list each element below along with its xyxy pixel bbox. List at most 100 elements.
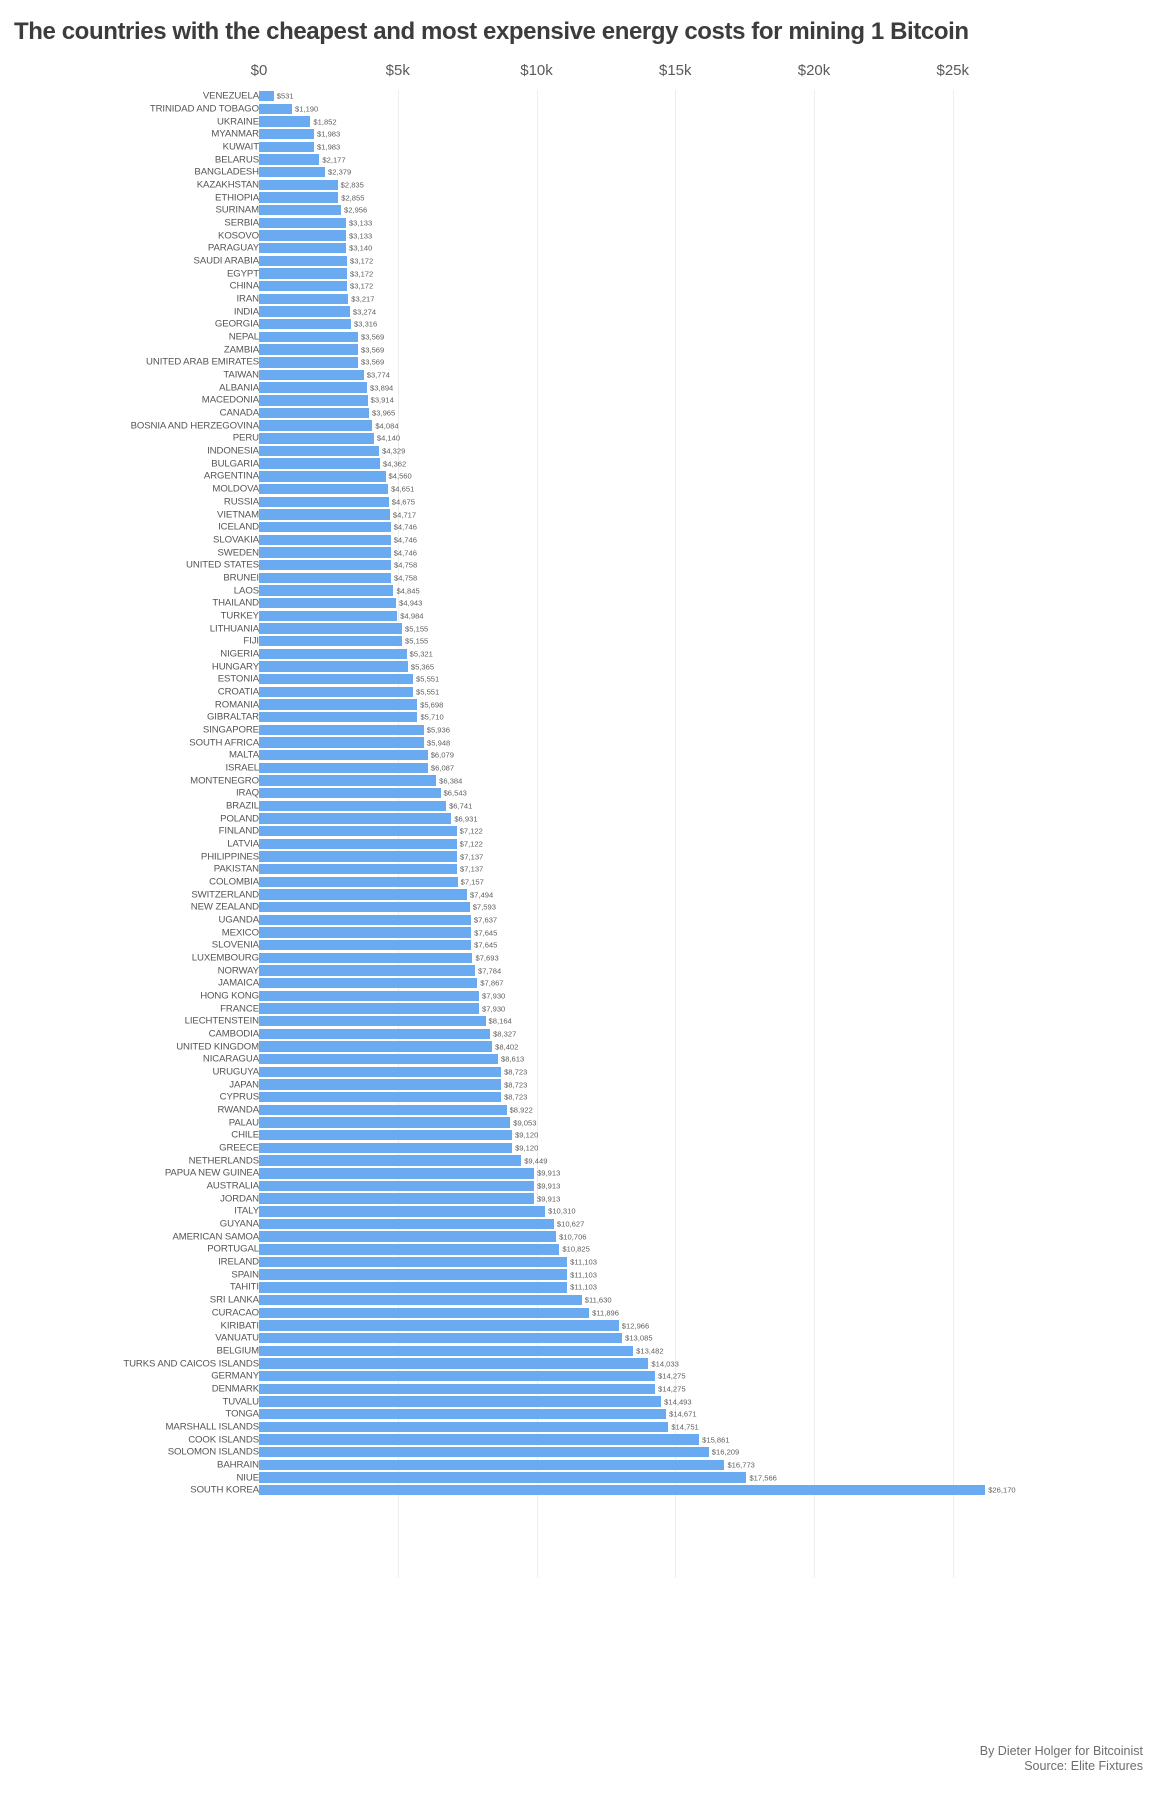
category-label: SOUTH KOREA <box>190 1484 259 1496</box>
footer-source: Source: Elite Fixtures <box>1024 1759 1143 1773</box>
category-label: SERBIA <box>224 217 259 229</box>
bar <box>259 255 348 267</box>
bar-row: HUNGARY $5,365 <box>0 660 1157 673</box>
bar-value-label: $3,774 <box>366 370 390 380</box>
category-label: FIJI <box>243 635 259 647</box>
category-label: FINLAND <box>218 825 259 837</box>
bar <box>259 1028 491 1040</box>
bar-fill <box>259 851 458 862</box>
bar-row: TURKEY $4,984 <box>0 610 1157 623</box>
bar-fill <box>259 1320 619 1331</box>
category-label: TRINIDAD AND TOBAGO <box>149 103 259 115</box>
category-label: SWEDEN <box>217 547 259 559</box>
bar-value-label: $2,835 <box>340 180 364 190</box>
bar-row: JAMAICA $7,867 <box>0 977 1157 990</box>
bar <box>259 1003 480 1014</box>
category-label: VIETNAM <box>217 509 259 520</box>
bar-value-label: $11,896 <box>592 1308 619 1318</box>
category-label: UNITED KINGDOM <box>176 1041 259 1053</box>
bar-row: ITALY $10,310 <box>0 1205 1157 1218</box>
bar-fill <box>259 1484 986 1496</box>
bar-value-label: $3,217 <box>351 294 375 304</box>
bar <box>259 1244 560 1255</box>
bar-fill <box>259 1231 557 1242</box>
bar <box>259 382 368 393</box>
bar-row: SWITZERLAND $7,494 <box>0 888 1157 901</box>
bar-value-label: $4,758 <box>394 573 418 583</box>
bar <box>259 686 414 697</box>
bar <box>259 458 381 469</box>
bar-row: MYANMAR $1,983 <box>0 128 1157 141</box>
bar-row: POLAND $6,931 <box>0 812 1157 825</box>
category-label: NIGERIA <box>220 648 259 660</box>
bar-value-label: $14,751 <box>671 1422 699 1432</box>
x-axis-tick-label: $15k <box>658 62 692 79</box>
category-label: NEW ZEALAND <box>190 901 259 913</box>
category-label: TONGA <box>225 1408 260 1420</box>
bar-fill <box>259 635 403 647</box>
category-label: MEXICO <box>221 927 259 939</box>
bar-fill <box>259 699 418 710</box>
bar-value-label: $531 <box>276 91 294 101</box>
bar-value-label: $9,913 <box>537 1181 561 1191</box>
bar <box>259 167 326 178</box>
bar <box>259 1041 493 1052</box>
bar <box>259 1370 656 1382</box>
bar-fill <box>259 91 274 102</box>
category-label: BRAZIL <box>226 800 259 812</box>
category-label: IRELAND <box>218 1256 259 1268</box>
bar-row: GIBRALTAR $5,710 <box>0 711 1157 724</box>
category-label: MYANMAR <box>211 128 259 140</box>
bar-fill <box>259 1244 560 1255</box>
category-label: NEPAL <box>228 331 259 343</box>
category-label: SRI LANKA <box>209 1294 259 1306</box>
bar-fill <box>259 1282 568 1293</box>
bar-value-label: $7,693 <box>475 953 499 963</box>
bar <box>259 1282 568 1293</box>
bar-row: INDONESIA $4,329 <box>0 445 1157 458</box>
bar <box>259 420 373 431</box>
bar-row: ALBANIA $3,894 <box>0 381 1157 394</box>
bar <box>259 1079 502 1090</box>
bar <box>259 433 374 444</box>
bar-fill <box>259 1003 480 1014</box>
category-label: BELGIUM <box>216 1345 260 1357</box>
category-label: SOLOMON ISLANDS <box>167 1446 259 1458</box>
bar-value-label: $3,140 <box>349 243 373 253</box>
bar <box>259 357 359 368</box>
bar <box>259 1484 986 1496</box>
bar-value-label: $3,274 <box>352 307 377 317</box>
bar-value-label: $1,190 <box>295 104 319 114</box>
bar-value-label: $9,120 <box>515 1143 539 1153</box>
bar <box>259 1054 498 1065</box>
category-label: RWANDA <box>217 1104 259 1116</box>
category-label: EGYPT <box>226 268 259 280</box>
category-label: LITHUANIA <box>209 623 259 635</box>
category-label: FRANCE <box>220 1003 259 1015</box>
bar-value-label: $3,172 <box>350 256 374 266</box>
category-label: SPAIN <box>231 1269 259 1281</box>
bar-row: ESTONIA $5,551 <box>0 673 1157 686</box>
bar <box>259 889 467 900</box>
bar <box>259 699 418 710</box>
bar-row: LUXEMBOURG $7,693 <box>0 952 1157 965</box>
bar-row: MEXICO $7,645 <box>0 926 1157 939</box>
bar-fill <box>259 154 320 165</box>
bar-row: MALTA $6,079 <box>0 749 1157 762</box>
bar-fill <box>259 255 348 267</box>
category-label: UNITED ARAB EMIRATES <box>146 356 259 368</box>
bar-row: UNITED STATES $4,758 <box>0 559 1157 572</box>
bar-row: MONTENEGRO $6,384 <box>0 774 1157 787</box>
bar-fill <box>259 281 348 292</box>
bar-row: UKRAINE $1,852 <box>0 115 1157 128</box>
bar-row: VIETNAM $4,717 <box>0 508 1157 521</box>
bar-value-label: $7,930 <box>482 1004 506 1014</box>
bar <box>259 902 470 913</box>
bar <box>259 559 392 571</box>
bar-fill <box>259 990 480 1002</box>
category-label: LATVIA <box>227 838 259 850</box>
bar-row: IRAN $3,217 <box>0 293 1157 306</box>
bar <box>259 116 311 127</box>
bar <box>259 978 478 989</box>
bar-fill <box>259 243 347 254</box>
